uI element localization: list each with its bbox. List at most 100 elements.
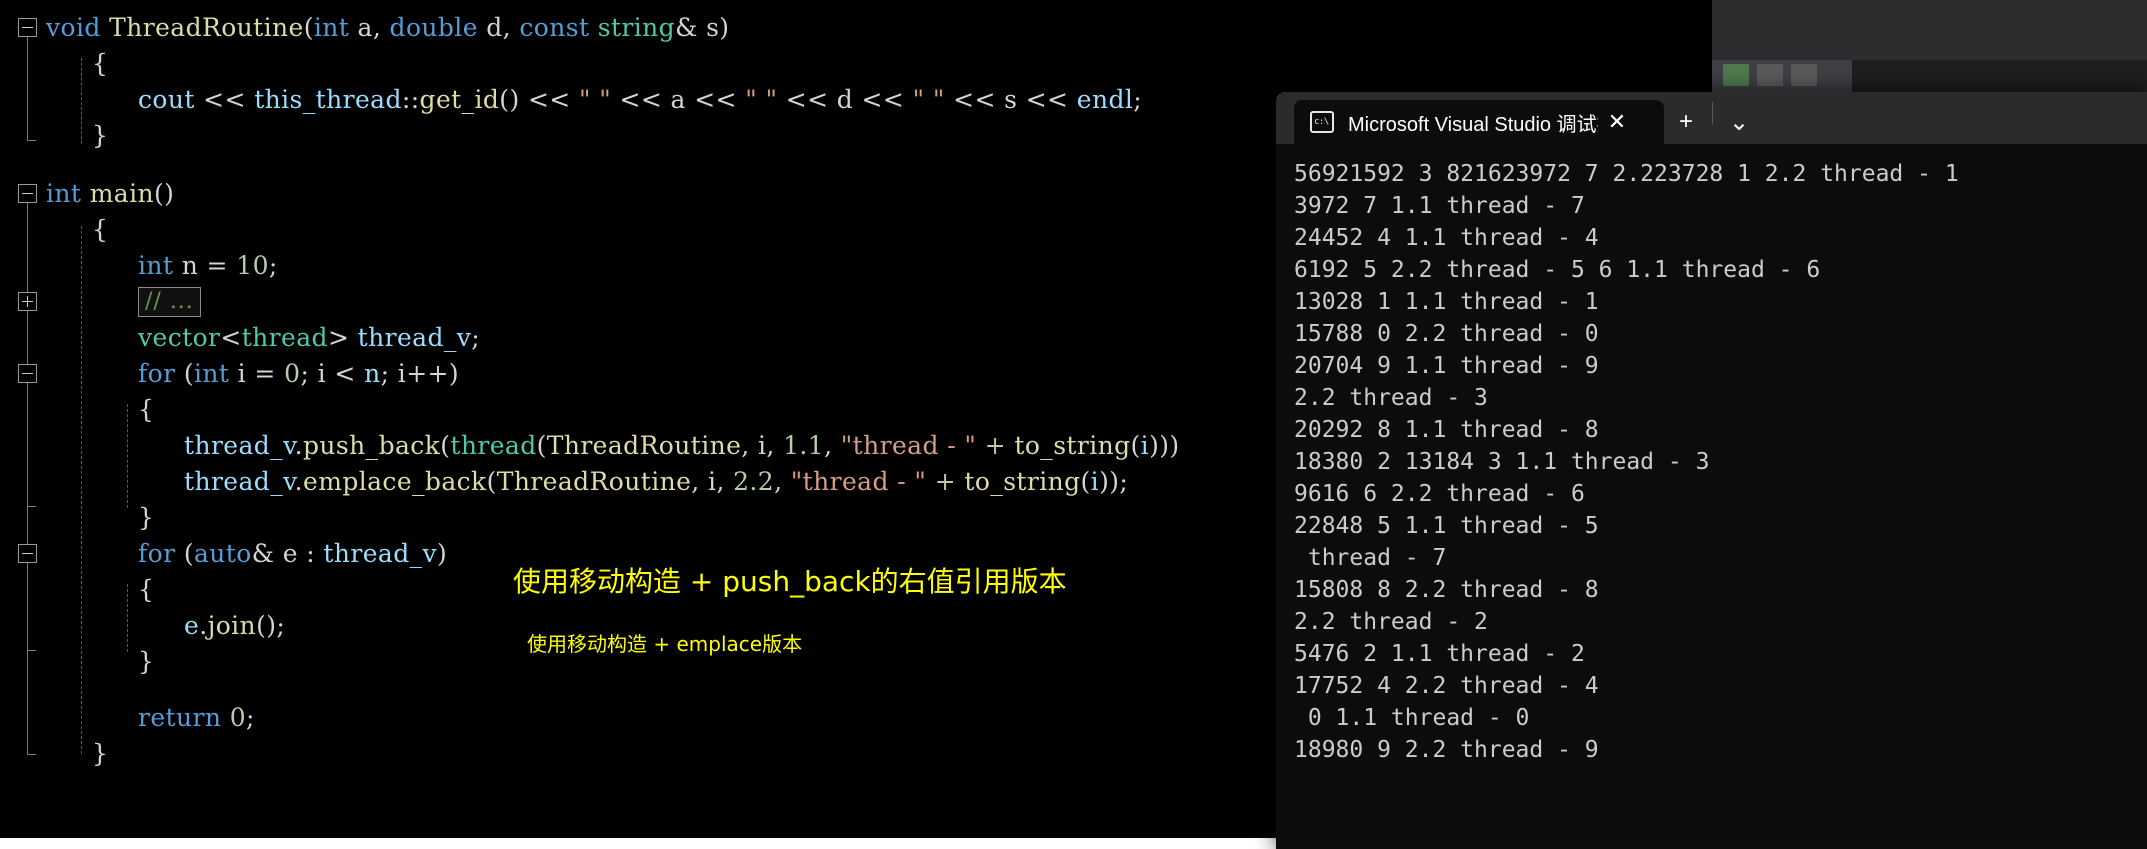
collapse-region-icon[interactable]: [18, 544, 37, 563]
background-chip-gray-2: [1791, 64, 1817, 86]
outlining-margin[interactable]: [0, 0, 46, 838]
code-token: to_string: [964, 467, 1081, 496]
code-token: vector: [138, 323, 221, 352]
terminal-output-line: 18980 9 2.2 thread - 9: [1294, 737, 1599, 763]
code-line[interactable]: thread_v.emplace_back(ThreadRoutine, i, …: [184, 464, 1128, 500]
code-token: =: [254, 359, 276, 388]
windows-terminal-window[interactable]: c:\ Microsoft Visual Studio 调试控 ✕ + ⌄ 56…: [1276, 92, 2147, 849]
code-line[interactable]: vector<thread> thread_v;: [138, 320, 480, 356]
code-token: ));: [1099, 467, 1129, 496]
code-line[interactable]: e.join();: [184, 608, 285, 644]
code-token: 0: [284, 359, 301, 388]
toolbar-divider: [1712, 102, 1713, 124]
code-token: << a <<: [611, 85, 746, 114]
code-token: push_back: [303, 431, 441, 460]
code-token: thread_v: [184, 467, 295, 496]
terminal-output-line: 18380 2 13184 3 1.1 thread - 3: [1294, 449, 1710, 475]
code-token: +: [934, 467, 957, 496]
code-token: n: [173, 251, 207, 280]
code-token: n: [364, 359, 381, 388]
code-token: >: [327, 323, 358, 352]
background-chip-gray: [1757, 64, 1783, 86]
chevron-down-icon[interactable]: ⌄: [1717, 100, 1761, 144]
terminal-output-line: 13028 1 1.1 thread - 1: [1294, 289, 1599, 315]
code-token: }: [138, 647, 155, 676]
code-line[interactable]: cout << this_thread::get_id() << " " << …: [138, 82, 1142, 118]
code-token: << d <<: [777, 85, 913, 114]
code-line[interactable]: }: [92, 118, 108, 154]
code-token: emplace_back: [303, 467, 487, 496]
code-token: main: [89, 179, 155, 208]
terminal-output-line: 15788 0 2.2 thread - 0: [1294, 321, 1599, 347]
code-token: () <<: [499, 85, 579, 114]
code-annotation: 使用移动构造 + push_back的右值引用版本: [513, 565, 1067, 598]
code-token: to_string: [1014, 431, 1131, 460]
code-token: double: [389, 13, 478, 42]
terminal-output-line: 15808 8 2.2 thread - 8: [1294, 577, 1599, 603]
code-token: thread_v: [184, 431, 295, 460]
fold-bracket-threadroutine: [27, 29, 36, 141]
code-line[interactable]: {: [138, 572, 154, 608]
code-token: ThreadRoutine: [496, 467, 692, 496]
terminal-output-line: 22848 5 1.1 thread - 5: [1294, 513, 1599, 539]
code-token: (: [536, 431, 547, 460]
code-line[interactable]: }: [138, 644, 154, 680]
terminal-output-line: 3972 7 1.1 thread - 7: [1294, 193, 1585, 219]
code-line[interactable]: thread_v.push_back(thread(ThreadRoutine,…: [184, 428, 1180, 464]
code-token: int: [313, 13, 350, 42]
code-line[interactable]: for (auto& e : thread_v): [138, 536, 447, 572]
code-token: ;: [268, 251, 278, 280]
terminal-output-line: 24452 4 1.1 thread - 4: [1294, 225, 1599, 251]
code-token: 1.1: [783, 431, 825, 460]
code-token: 10: [236, 251, 269, 280]
background-chip-green: [1723, 64, 1749, 86]
collapse-region-icon[interactable]: [18, 184, 37, 203]
terminal-output-line: 20704 9 1.1 thread - 9: [1294, 353, 1599, 379]
code-token: ; i: [300, 359, 335, 388]
code-token: i: [1090, 467, 1100, 496]
code-token: cout: [138, 85, 195, 114]
new-tab-button[interactable]: +: [1664, 100, 1708, 144]
code-token: 0: [229, 703, 247, 732]
code-line[interactable]: {: [92, 212, 108, 248]
code-line[interactable]: {: [92, 46, 108, 82]
terminal-output-line: 2.2 thread - 2: [1294, 609, 1488, 635]
expand-region-icon[interactable]: [18, 292, 37, 311]
code-token: d,: [477, 13, 520, 42]
code-token: ::: [401, 85, 420, 114]
collapse-region-icon[interactable]: [18, 364, 37, 383]
code-line[interactable]: return 0;: [138, 700, 255, 736]
code-token: " ": [745, 85, 778, 114]
code-token: ): [437, 539, 448, 568]
code-token: for: [138, 359, 176, 388]
terminal-output[interactable]: 56921592 3 821623972 7 2.223728 1 2.2 th…: [1276, 144, 2147, 849]
code-line[interactable]: int main(): [46, 176, 174, 212]
code-token: <: [220, 323, 242, 352]
collapse-region-icon[interactable]: [18, 18, 37, 37]
terminal-output-line: 0 1.1 thread - 0: [1294, 705, 1530, 731]
code-line[interactable]: }: [92, 736, 108, 772]
code-token: endl: [1076, 85, 1134, 114]
fold-bracket-for-1: [27, 375, 36, 507]
code-token: ): [448, 359, 460, 388]
code-line[interactable]: for (int i = 0; i < n; i++): [138, 356, 459, 392]
code-token: {: [92, 215, 109, 244]
close-icon[interactable]: ✕: [1598, 103, 1636, 141]
collapsed-region-box[interactable]: // ...: [138, 287, 201, 317]
code-line[interactable]: int n = 10;: [138, 248, 278, 284]
code-line[interactable]: void ThreadRoutine(int a, double d, cons…: [46, 10, 729, 46]
console-icon: c:\: [1310, 111, 1334, 133]
code-line[interactable]: {: [138, 392, 154, 428]
terminal-tab[interactable]: c:\ Microsoft Visual Studio 调试控 ✕: [1294, 100, 1664, 144]
code-token: (: [175, 359, 194, 388]
code-token: thread: [450, 431, 537, 460]
code-token: (): [154, 179, 175, 208]
code-token: "thread - ": [840, 431, 977, 460]
code-line[interactable]: }: [138, 500, 154, 536]
terminal-output-line: thread - 7: [1294, 545, 1447, 571]
terminal-titlebar[interactable]: c:\ Microsoft Visual Studio 调试控 ✕ + ⌄: [1276, 92, 2147, 144]
